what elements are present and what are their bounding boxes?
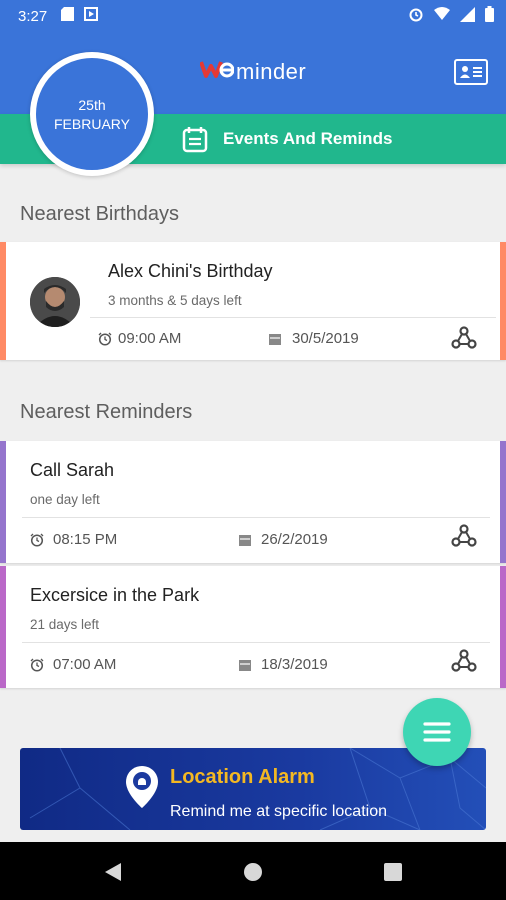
clock-icon (30, 533, 44, 547)
app-logo: minder (199, 58, 307, 86)
birthday-time-text: 09:00 AM (118, 330, 182, 347)
events-bar-title: Events And Reminds (223, 129, 393, 148)
card-accent-left (0, 242, 6, 360)
calendar-icon (182, 126, 208, 158)
reminder-time: 08:15 PM (30, 531, 117, 548)
clock-icon (30, 658, 44, 672)
birthday-date: 30/5/2019 (268, 330, 359, 347)
card-accent-left (0, 441, 6, 563)
alarm-status-icon (408, 6, 424, 26)
date-month: FEBRUARY (54, 115, 130, 132)
reminder-name: Excersice in the Park (30, 585, 200, 605)
calendar-small-icon (239, 534, 251, 546)
share-icon[interactable] (451, 649, 477, 678)
reminder-date-text: 26/2/2019 (261, 531, 328, 548)
share-icon[interactable] (451, 524, 477, 553)
card-accent-right (500, 566, 506, 688)
reminder-card[interactable]: Excersice in the Park 21 days left 07:00… (0, 566, 506, 688)
calendar-small-icon (239, 659, 251, 671)
birthday-card[interactable]: Alex Chini's Birthday 3 months & 5 days … (0, 242, 506, 360)
contact-card-icon (460, 66, 482, 78)
birthday-date-text: 30/5/2019 (292, 330, 359, 347)
menu-icon (423, 722, 451, 742)
reminder-remaining: 21 days left (30, 617, 100, 632)
signal-icon (460, 6, 475, 26)
reminder-date-text: 18/3/2019 (261, 656, 328, 673)
play-store-icon (84, 7, 99, 25)
clock-icon (98, 332, 112, 346)
back-button[interactable] (103, 862, 123, 887)
system-nav-bar (0, 842, 506, 900)
reminder-time-text: 07:00 AM (53, 656, 117, 673)
reminders-section-title: Nearest Reminders (20, 401, 193, 423)
card-accent-right (500, 441, 506, 563)
date-day: 25th (78, 96, 106, 113)
birthday-remaining: 3 months & 5 days left (108, 293, 242, 308)
reminder-time: 07:00 AM (30, 656, 116, 673)
location-alarm-banner[interactable]: Location Alarm Remind me at specific loc… (20, 748, 486, 830)
sd-card-icon (61, 7, 75, 25)
contact-card-button[interactable] (454, 59, 488, 85)
reminder-date: 26/2/2019 (238, 531, 328, 548)
logo-text: minder (236, 59, 307, 84)
banner-title: Location Alarm (170, 766, 315, 788)
card-divider (22, 642, 490, 643)
calendar-small-icon (269, 333, 281, 345)
menu-fab-button[interactable] (403, 698, 471, 766)
home-button[interactable] (243, 862, 263, 887)
reminder-card[interactable]: Call Sarah one day left 08:15 PM 26/2/20… (0, 441, 506, 563)
logo-mark-icon (199, 58, 235, 86)
reminder-time-text: 08:15 PM (53, 531, 118, 548)
banner-subtitle: Remind me at specific location (170, 803, 387, 820)
recents-square-icon (384, 863, 402, 881)
back-triangle-icon (105, 863, 121, 881)
reminder-date: 18/3/2019 (238, 656, 328, 673)
battery-icon (485, 6, 494, 26)
reminder-name: Call Sarah (30, 460, 115, 480)
reminder-remaining: one day left (30, 492, 100, 507)
card-accent-right (500, 242, 506, 360)
card-divider (22, 517, 490, 518)
home-circle-icon (244, 863, 262, 881)
location-pin-icon (124, 764, 160, 815)
status-bar: 3:27 (0, 0, 506, 32)
avatar (30, 277, 80, 327)
card-divider (90, 317, 496, 318)
birthday-time: 09:00 AM (98, 330, 181, 347)
status-time: 3:27 (18, 7, 48, 25)
birthday-name: Alex Chini's Birthday (108, 261, 273, 281)
share-icon[interactable] (451, 326, 477, 355)
recents-button[interactable] (384, 863, 402, 886)
birthdays-section-title: Nearest Birthdays (20, 203, 179, 225)
card-accent-left (0, 566, 6, 688)
wifi-icon (434, 7, 450, 25)
date-badge: 25th FEBRUARY (30, 52, 154, 176)
